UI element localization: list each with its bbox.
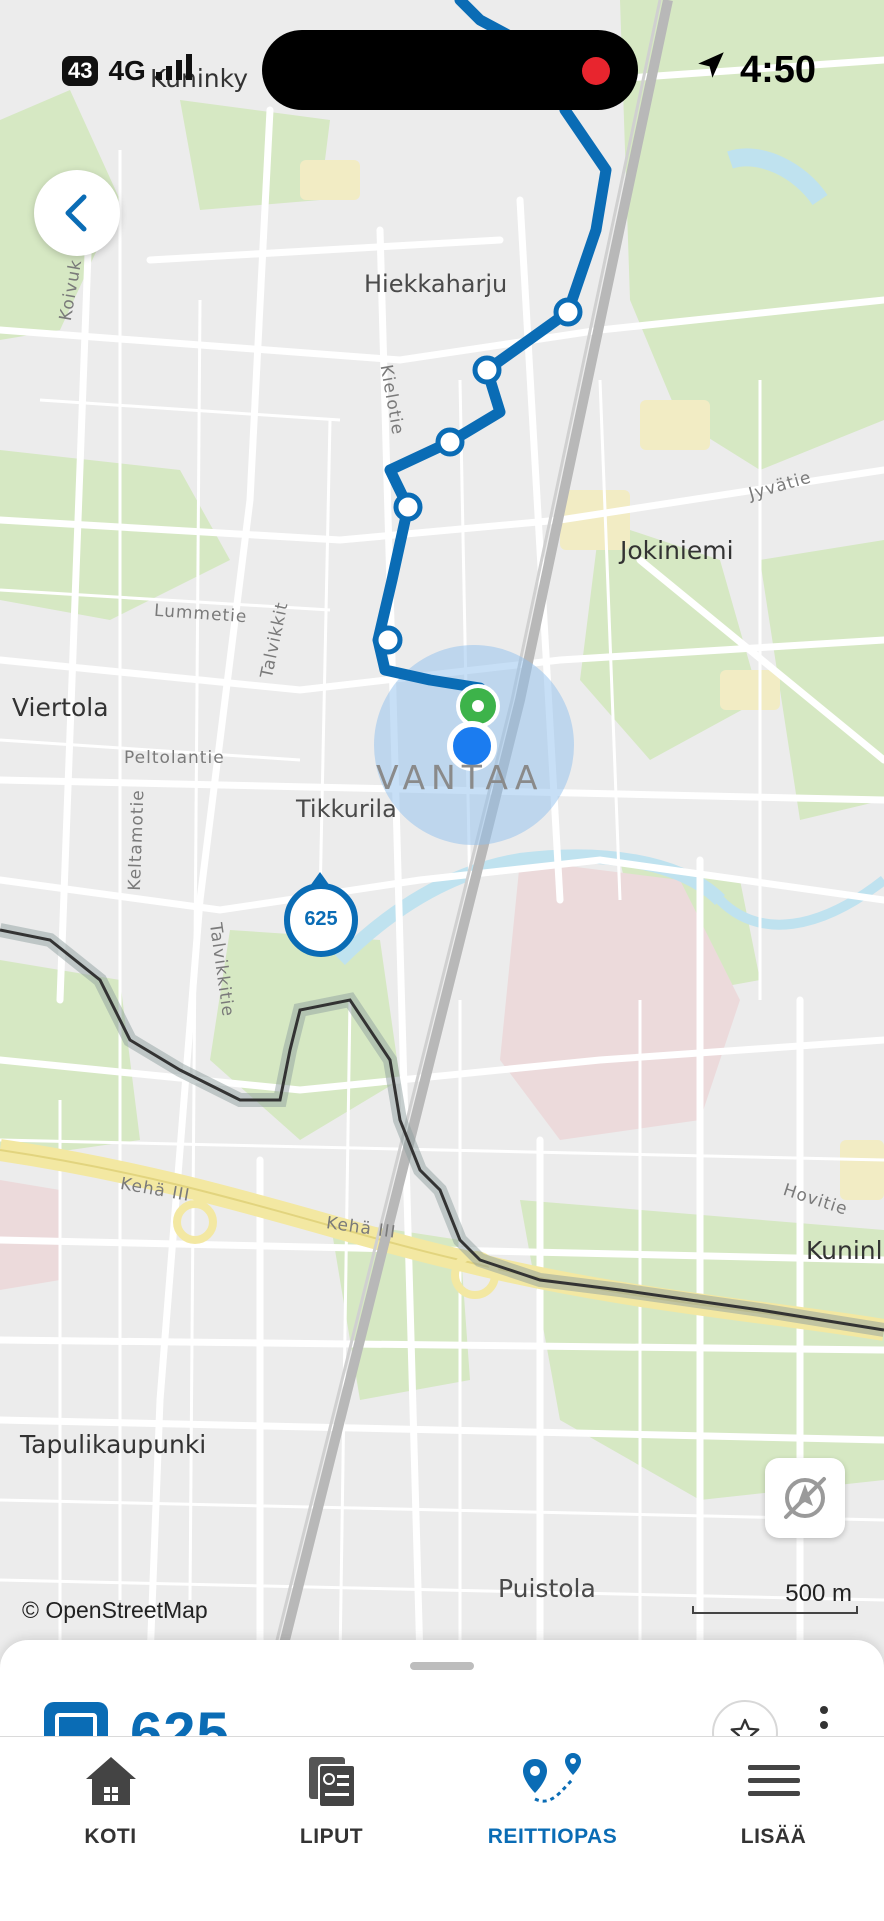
- map-attribution[interactable]: © OpenStreetMap: [22, 1597, 208, 1624]
- tab-label: LIPUT: [299, 1825, 364, 1848]
- place-label-tapulikaupunki: Tapulikaupunki: [20, 1430, 207, 1459]
- sheet-drag-handle[interactable]: [410, 1662, 474, 1670]
- tab-reittiopas[interactable]: REITTIOPAS: [442, 1737, 663, 1921]
- tab-label: REITTIOPAS: [487, 1825, 618, 1848]
- back-button[interactable]: [34, 170, 120, 256]
- route-planner-icon: [521, 1751, 585, 1811]
- tab-liput[interactable]: LIPUT: [221, 1737, 442, 1921]
- place-label-hiekkaharju: Hiekkaharju: [364, 270, 508, 298]
- chevron-left-icon: [65, 194, 87, 232]
- location-toggle-button[interactable]: [765, 1458, 845, 1538]
- tab-koti[interactable]: KOTI: [0, 1737, 221, 1921]
- place-label-tikkurila: Tikkurila: [296, 795, 397, 823]
- status-bar-left: 43 4G: [62, 54, 196, 87]
- map-scale: 500 m: [690, 1580, 860, 1620]
- location-off-icon: [784, 1477, 826, 1519]
- tab-label: LISÄÄ: [740, 1825, 807, 1848]
- place-label-jokiniemi: Jokiniemi: [620, 536, 734, 565]
- street-label-peltolantie: Peltolantie: [124, 748, 225, 768]
- tickets-icon: [300, 1751, 364, 1811]
- signal-icon: [155, 54, 196, 87]
- clock: 4:50: [739, 48, 816, 91]
- dynamic-island: [262, 30, 638, 110]
- street-label-keltamotie: Keltamotie: [124, 788, 149, 892]
- menu-icon: [742, 1751, 806, 1811]
- more-dot: [820, 1721, 828, 1729]
- tab-label: KOTI: [84, 1825, 137, 1848]
- map-view[interactable]: Hiekkaharju Jokiniemi Viertola Tikkurila…: [0, 0, 884, 1664]
- recording-indicator-icon: [582, 57, 610, 85]
- place-label-kuninkaanmaki: Kuninl: [806, 1236, 883, 1265]
- place-label-puistola: Puistola: [498, 1574, 596, 1603]
- status-bar-right: 4:50: [694, 48, 816, 92]
- place-label-vantaa: VANTAA: [376, 758, 544, 797]
- location-arrow-icon: [694, 48, 728, 92]
- battery-indicator: 43: [62, 55, 99, 86]
- tab-lisaa[interactable]: LISÄÄ: [663, 1737, 884, 1921]
- network-label: 4G: [108, 54, 146, 86]
- more-dot: [820, 1706, 828, 1714]
- scale-bar: [692, 1606, 858, 1614]
- tab-bar: KOTI LIPUT REITTIOPAS LISÄÄ: [0, 1736, 884, 1921]
- home-icon: [79, 1751, 143, 1811]
- route-marker-625[interactable]: 625: [300, 908, 342, 931]
- place-label-viertola: Viertola: [12, 693, 109, 722]
- scale-label: 500 m: [785, 1580, 852, 1607]
